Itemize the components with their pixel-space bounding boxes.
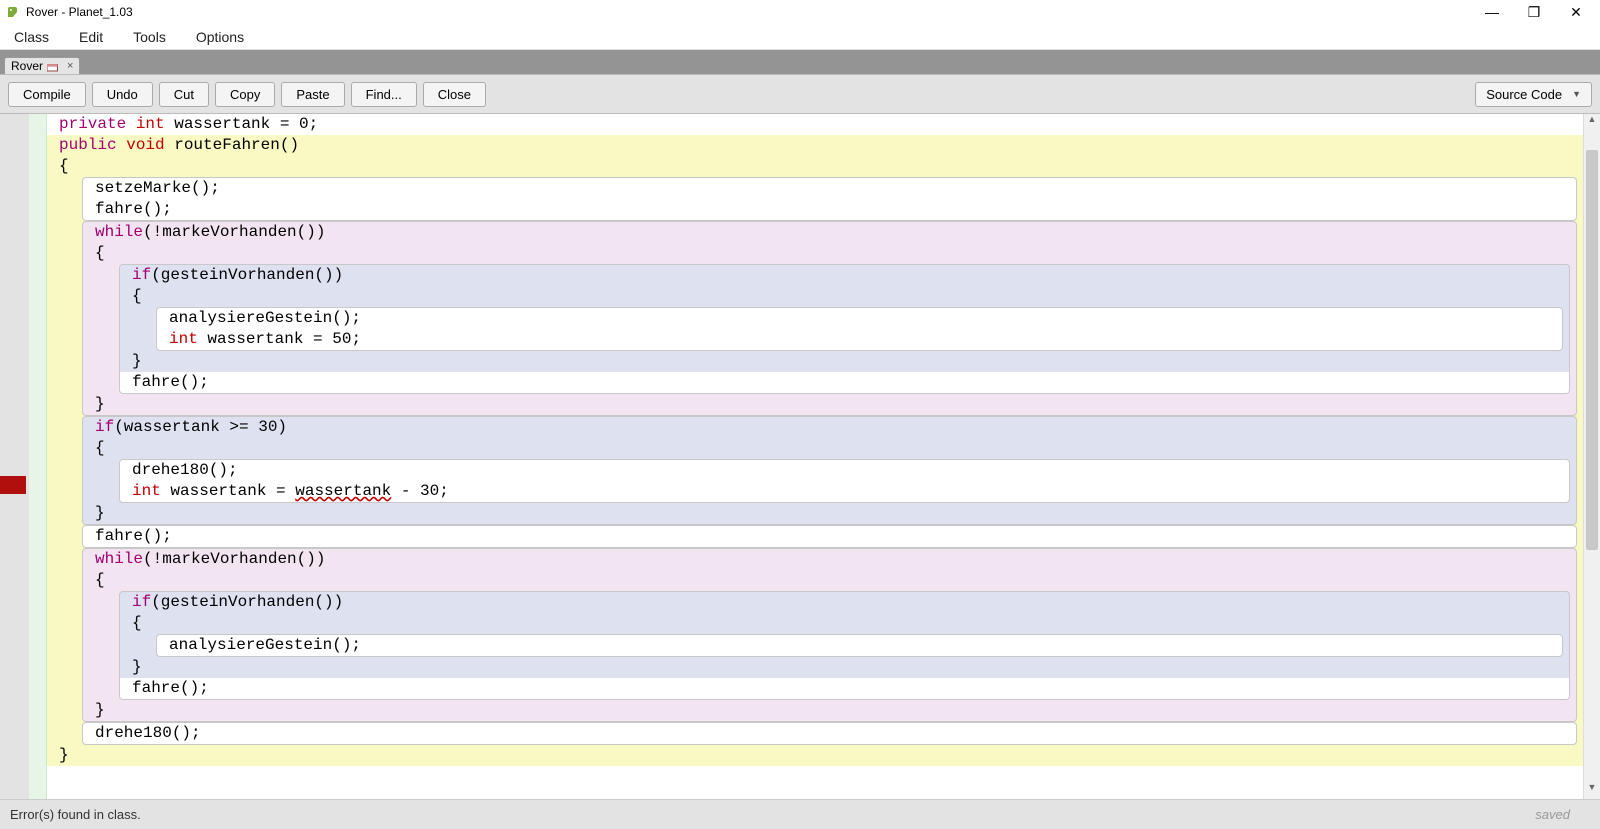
code-line[interactable]: analysiereGestein(); [157, 635, 1562, 656]
scroll-thumb[interactable] [1586, 150, 1598, 550]
tab-close-icon[interactable]: × [67, 60, 73, 72]
scroll-down-icon[interactable]: ▼ [1584, 782, 1600, 799]
view-mode-select[interactable]: Source Code ▼ [1475, 82, 1592, 107]
menu-class[interactable]: Class [14, 29, 49, 45]
code-line[interactable]: if(gesteinVorhanden()) [120, 265, 1569, 286]
code-line[interactable]: if(wassertank >= 30) [83, 417, 1576, 438]
find-button[interactable]: Find... [351, 82, 417, 107]
breakpoint-gutter[interactable] [29, 114, 47, 799]
view-mode-label: Source Code [1486, 87, 1562, 102]
code-line[interactable]: if(gesteinVorhanden()) [120, 592, 1569, 613]
code-line[interactable]: int wassertank = wassertank - 30; [120, 481, 1569, 502]
code-editor[interactable]: private int wassertank = 0; public void … [47, 114, 1583, 799]
code-line[interactable]: while(!markeVorhanden()) [83, 549, 1576, 570]
tab-strip: Rover × [0, 50, 1600, 74]
code-line[interactable]: drehe180(); [83, 723, 1576, 744]
code-line[interactable]: { [83, 438, 1576, 459]
vertical-scrollbar[interactable]: ▲ ▼ [1583, 114, 1600, 799]
code-line[interactable]: public void routeFahren() [47, 135, 1583, 156]
code-line[interactable]: fahre(); [120, 372, 1569, 393]
tab-class-icon [47, 62, 61, 71]
close-window-icon[interactable]: ✕ [1566, 4, 1586, 21]
compile-button[interactable]: Compile [8, 82, 86, 107]
code-line[interactable]: } [83, 503, 1576, 524]
toolbar: Compile Undo Cut Copy Paste Find... Clos… [0, 74, 1600, 114]
window-titlebar: Rover - Planet_1.03 — ❐ ✕ [0, 0, 1600, 24]
code-line[interactable]: { [47, 156, 1583, 177]
status-message: Error(s) found in class. [10, 807, 141, 822]
window-title: Rover - Planet_1.03 [26, 5, 133, 19]
code-line[interactable]: while(!markeVorhanden()) [83, 222, 1576, 243]
menu-options[interactable]: Options [196, 29, 244, 45]
cut-button[interactable]: Cut [159, 82, 209, 107]
scroll-up-icon[interactable]: ▲ [1584, 114, 1600, 131]
code-line[interactable]: } [120, 351, 1569, 372]
code-line[interactable]: private int wassertank = 0; [47, 114, 1583, 135]
code-line[interactable]: { [83, 243, 1576, 264]
code-line[interactable]: fahre(); [120, 678, 1569, 699]
code-line[interactable]: { [83, 570, 1576, 591]
app-icon [6, 5, 20, 19]
copy-button[interactable]: Copy [215, 82, 275, 107]
menu-tools[interactable]: Tools [133, 29, 166, 45]
code-line[interactable]: } [120, 657, 1569, 678]
editor-area: private int wassertank = 0; public void … [0, 114, 1600, 799]
tab-rover[interactable]: Rover × [4, 57, 80, 74]
code-line[interactable]: fahre(); [83, 526, 1576, 547]
code-line[interactable]: fahre(); [83, 199, 1576, 220]
menu-edit[interactable]: Edit [79, 29, 103, 45]
code-line[interactable]: } [83, 394, 1576, 415]
paste-button[interactable]: Paste [281, 82, 344, 107]
code-line[interactable]: } [83, 700, 1576, 721]
code-line[interactable]: int wassertank = 50; [157, 329, 1562, 350]
maximize-icon[interactable]: ❐ [1524, 4, 1544, 21]
undo-button[interactable]: Undo [92, 82, 153, 107]
code-line[interactable]: analysiereGestein(); [157, 308, 1562, 329]
code-line[interactable]: } [47, 745, 1583, 766]
menubar: Class Edit Tools Options [0, 24, 1600, 50]
minimize-icon[interactable]: — [1482, 4, 1502, 21]
statusbar: Error(s) found in class. saved [0, 799, 1600, 829]
error-marker[interactable] [0, 476, 26, 494]
code-line[interactable]: setzeMarke(); [83, 178, 1576, 199]
saved-indicator: saved [1535, 807, 1590, 822]
gutter [0, 114, 29, 799]
code-line[interactable]: { [120, 613, 1569, 634]
chevron-down-icon: ▼ [1572, 89, 1581, 99]
code-line[interactable]: { [120, 286, 1569, 307]
close-button[interactable]: Close [423, 82, 486, 107]
tab-label: Rover [11, 59, 43, 73]
code-line[interactable]: drehe180(); [120, 460, 1569, 481]
